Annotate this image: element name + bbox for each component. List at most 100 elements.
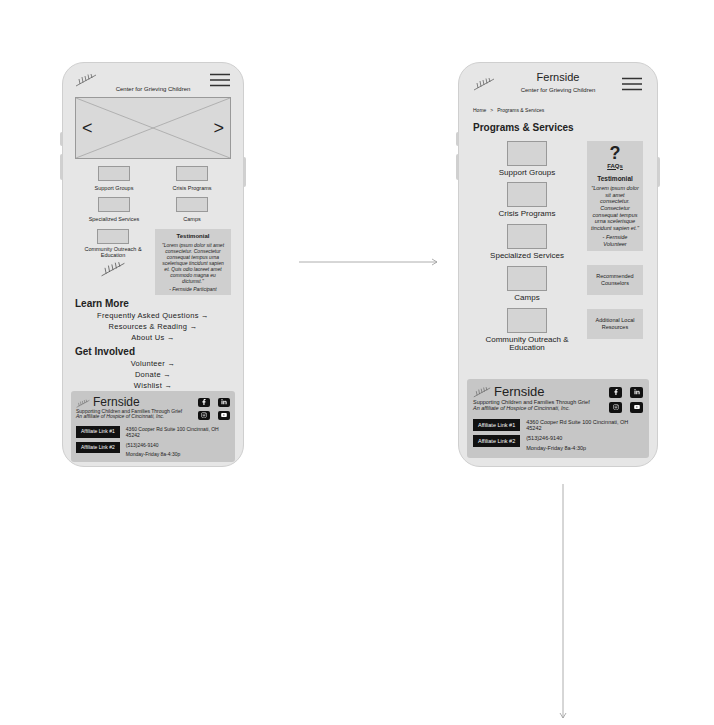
affiliate-link-button[interactable]: Affiliate Link #2 [473, 435, 520, 447]
menu-icon[interactable] [209, 73, 231, 87]
program-item[interactable]: Community Outreach & Education [75, 229, 151, 295]
side-button [456, 154, 458, 180]
page-title: Programs & Services [473, 120, 643, 135]
footer-affiliate: An affiliate of Hospice of Cincinnati, I… [76, 414, 192, 420]
program-thumbnail [176, 166, 208, 181]
breadcrumb: Home > Programs & Services [473, 107, 643, 115]
breadcrumb-separator: > [490, 107, 493, 115]
fern-logo-icon [76, 399, 90, 408]
header-brand: Fernside [495, 71, 621, 83]
footer-brand: Fernside [494, 385, 545, 398]
faq-link[interactable]: FAQs [591, 162, 639, 171]
program-item[interactable]: Camps [153, 197, 231, 223]
program-thumbnail [97, 229, 129, 244]
breadcrumb-item[interactable]: Programs & Services [497, 107, 544, 115]
flow-arrow-icon [557, 483, 569, 721]
testimonial-author: - Fernside Volunteer [591, 234, 639, 247]
program-item[interactable]: Crisis Programs [473, 182, 581, 219]
fern-logo-icon [75, 73, 97, 87]
side-link-card[interactable]: Additional Local Resources [587, 309, 643, 339]
program-grid: Support GroupsCrisis ProgramsSpecialized… [75, 166, 231, 224]
footer-phone: (513)246-9140 [126, 442, 230, 448]
fern-logo-icon [473, 77, 495, 91]
home-screen: Center for Grieving Children<>Support Gr… [62, 62, 244, 467]
program-item[interactable]: Support Groups [75, 166, 153, 192]
menu-icon[interactable] [621, 77, 643, 91]
instagram-icon[interactable] [609, 402, 622, 413]
faq-icon: ? [591, 144, 639, 162]
section-link[interactable]: Donate → [75, 369, 231, 380]
side-button [456, 132, 458, 146]
header-subtitle: Center for Grieving Children [97, 73, 209, 94]
header: Center for Grieving Children [75, 73, 231, 94]
facebook-icon[interactable] [609, 387, 622, 398]
facebook-icon[interactable] [198, 398, 210, 407]
flow-arrow-icon [298, 256, 440, 268]
fern-logo-icon [100, 261, 126, 277]
carousel[interactable]: <> [75, 97, 231, 159]
footer-hours: Monday-Friday 8a-4:30p [126, 451, 230, 457]
program-thumbnail [507, 182, 547, 207]
programs-screen: Fernside Center for Grieving Children Home… [458, 62, 658, 467]
program-thumbnail [507, 266, 547, 291]
section-link[interactable]: Resources & Reading → [75, 321, 231, 332]
breadcrumb-item[interactable]: Home [473, 107, 486, 115]
program-item[interactable]: Crisis Programs [153, 166, 231, 192]
link-section: Get InvolvedVolunteer →Donate →Wishlist … [75, 345, 231, 391]
program-thumbnail [507, 308, 547, 333]
program-thumbnail [98, 197, 130, 212]
section-link[interactable]: Frequently Asked Questions → [75, 310, 231, 321]
link-section: Learn MoreFrequently Asked Questions →Re… [75, 297, 231, 343]
youtube-icon[interactable] [218, 411, 230, 420]
side-button [60, 132, 62, 146]
footer: FernsideSupporting Children and Families… [71, 391, 235, 463]
image-placeholder-icon [76, 98, 230, 158]
side-button [658, 157, 660, 187]
affiliate-link-button[interactable]: Affiliate Link #1 [76, 426, 120, 438]
footer-hours: Monday-Friday 8a-4:30p [526, 445, 643, 452]
testimonial-author: - Fernside Participant [159, 286, 227, 292]
program-item[interactable]: Support Groups [473, 141, 581, 178]
footer-address: 4360 Cooper Rd Suite 100 Cincinnati, OH … [126, 426, 230, 439]
testimonial-quote: "Lorem ipsum dolor sit amet consectetur.… [591, 185, 639, 231]
side-link-card[interactable]: Recommended Counselors [587, 265, 643, 295]
footer-affiliate: An affiliate of Hospice of Cincinnati, I… [473, 405, 603, 411]
footer: FernsideSupporting Children and Families… [467, 379, 649, 459]
testimonial-title: Testimonial [591, 174, 639, 184]
program-thumbnail [507, 224, 547, 249]
section-link[interactable]: About Us → [75, 332, 231, 343]
footer-tagline: Supporting Children and Families Through… [473, 399, 603, 405]
fern-logo-icon [473, 386, 491, 398]
side-button [244, 157, 246, 187]
canvas: Center for Grieving Children<>Support Gr… [0, 0, 714, 725]
affiliate-link-button[interactable]: Affiliate Link #2 [76, 442, 120, 454]
program-item[interactable]: Specialized Services [75, 197, 153, 223]
faq-testimonial-card: ?FAQs Testimonial"Lorem ipsum dolor sit a… [587, 141, 643, 251]
program-item[interactable]: Specialized Services [473, 224, 581, 261]
testimonial-quote: "Lorem ipsum dolor sit amet consectetur.… [159, 242, 227, 284]
program-item[interactable]: Community Outreach & Education [473, 308, 581, 354]
instagram-icon[interactable] [198, 411, 210, 420]
carousel-prev[interactable]: < [82, 119, 93, 137]
footer-phone: (513)246-9140 [526, 435, 643, 442]
carousel-next[interactable]: > [213, 119, 224, 137]
footer-brand: Fernside [93, 396, 140, 408]
youtube-icon[interactable] [630, 402, 643, 413]
section-link[interactable]: Volunteer → [75, 358, 231, 369]
header: Fernside Center for Grieving Children [473, 71, 643, 95]
linkedin-icon[interactable] [218, 398, 230, 407]
section-heading: Get Involved [75, 345, 231, 358]
footer-address: 4360 Cooper Rd Suite 100 Cincinnati, OH … [526, 419, 643, 433]
program-item[interactable]: Camps [473, 266, 581, 303]
header-subtitle: Center for Grieving Children [495, 86, 621, 95]
section-heading: Learn More [75, 297, 231, 310]
program-thumbnail [507, 141, 547, 166]
affiliate-link-button[interactable]: Affiliate Link #1 [473, 419, 520, 431]
linkedin-icon[interactable] [630, 387, 643, 398]
program-thumbnail [98, 166, 130, 181]
testimonial-card: Testimonial"Lorem ipsum dolor sit amet c… [155, 229, 231, 295]
program-thumbnail [176, 197, 208, 212]
section-link[interactable]: Wishlist → [75, 380, 231, 391]
side-button [60, 154, 62, 180]
testimonial-title: Testimonial [159, 232, 227, 241]
